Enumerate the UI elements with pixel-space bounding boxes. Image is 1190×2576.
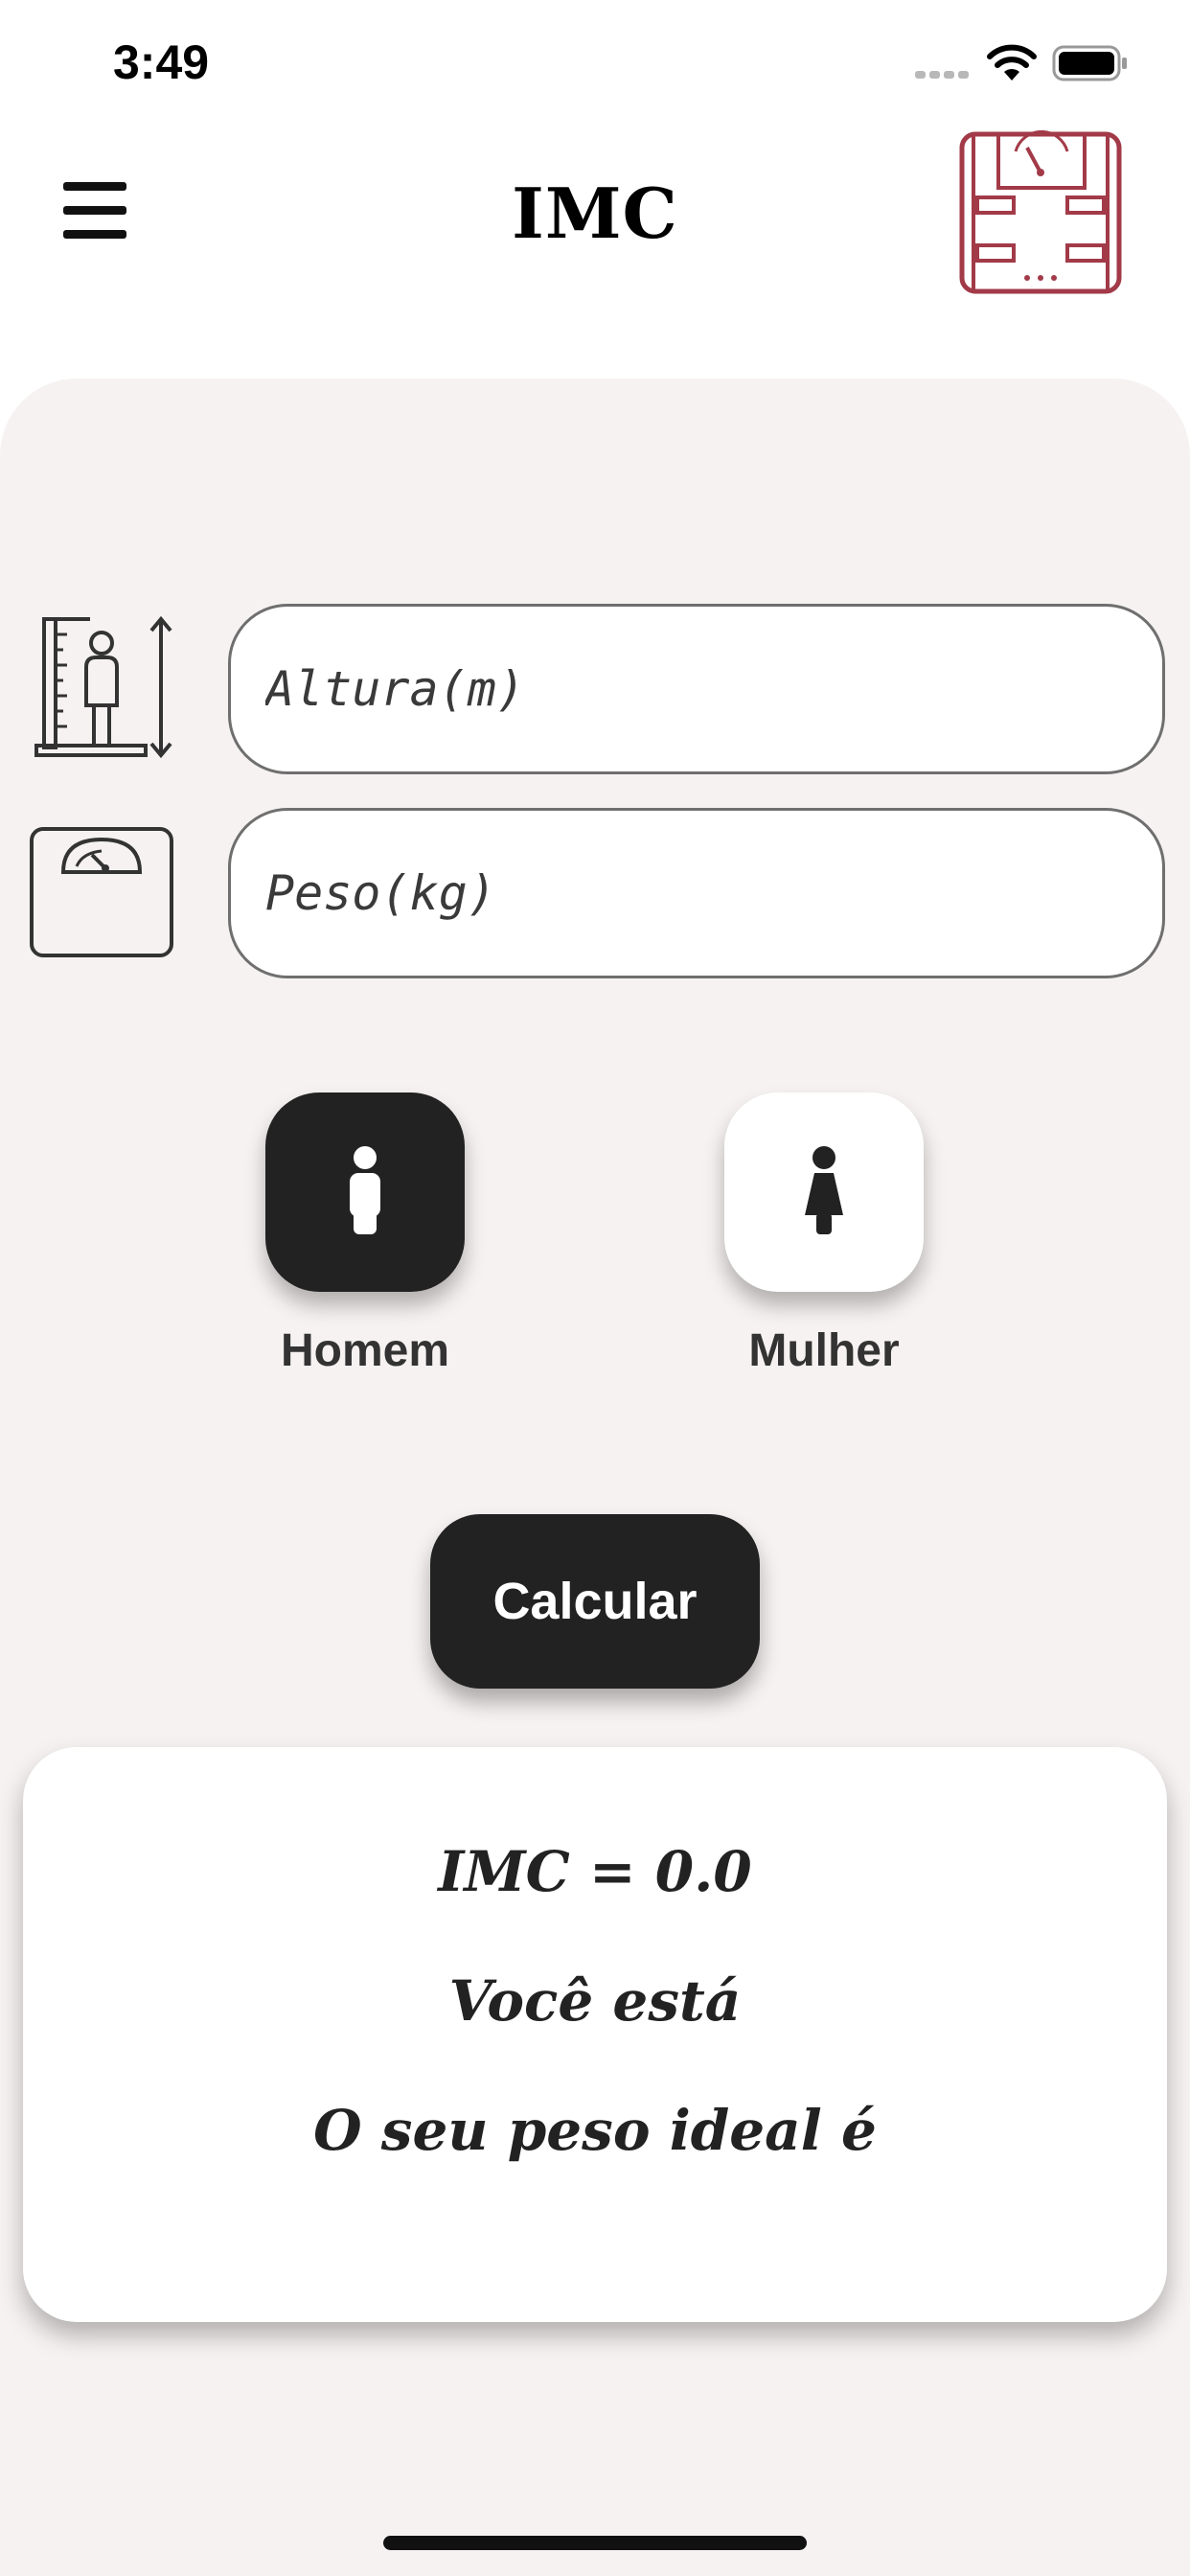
female-icon [805,1146,843,1234]
height-measure-icon [34,615,172,759]
gender-female-button[interactable] [724,1092,924,1292]
height-field[interactable] [228,604,1165,774]
imc-result: IMC = 0.0 [438,1839,752,1904]
ideal-weight-result: O seu peso ideal é [313,2098,877,2163]
gender-male-label: Homem [280,1325,450,1376]
battery-icon [1052,45,1127,81]
weight-input[interactable] [231,811,1162,976]
calculate-button[interactable]: Calcular [430,1514,760,1689]
height-input[interactable] [231,607,1162,771]
home-indicator[interactable] [383,2536,807,2550]
status-bar: 3:49 [0,0,1190,125]
weight-field[interactable] [228,808,1165,978]
gender-female-label: Mulher [748,1325,900,1376]
male-icon [350,1146,380,1234]
cellular-signal-icon [915,71,969,79]
status-time: 3:49 [113,35,210,89]
status-result: Você está [448,1968,742,2034]
bathroom-scale-icon [30,827,173,957]
result-card: IMC = 0.0 Você está O seu peso ideal é [23,1747,1167,2322]
wifi-icon [987,44,1037,80]
gender-male-button[interactable] [265,1092,465,1292]
scale-icon[interactable] [958,130,1123,295]
